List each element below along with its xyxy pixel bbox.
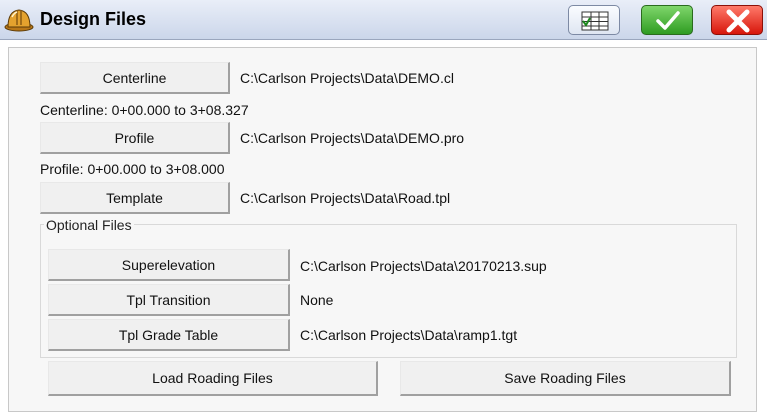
hardhat-icon (4, 9, 34, 32)
profile-path: C:\Carlson Projects\Data\DEMO.pro (240, 130, 465, 146)
centerline-path: C:\Carlson Projects\Data\DEMO.cl (240, 70, 454, 86)
ok-button[interactable] (641, 5, 693, 35)
title-bar: Design Files (0, 0, 767, 40)
save-roading-files-button[interactable]: Save Roading Files (400, 361, 731, 396)
close-x-icon (726, 9, 750, 33)
tpl-transition-button[interactable]: Tpl Transition (48, 284, 290, 316)
centerline-button[interactable]: Centerline (40, 62, 230, 94)
close-button[interactable] (711, 5, 763, 35)
tpl-grade-table-button[interactable]: Tpl Grade Table (48, 319, 290, 351)
superelevation-path: C:\Carlson Projects\Data\20170213.sup (300, 258, 547, 274)
superelevation-button[interactable]: Superelevation (48, 249, 290, 281)
window-title: Design Files (40, 9, 147, 29)
profile-button[interactable]: Profile (40, 122, 230, 154)
profile-range: Profile: 0+00.000 to 3+08.000 (40, 161, 225, 177)
optional-files-label: Optional Files (44, 217, 134, 233)
template-button[interactable]: Template (40, 182, 230, 214)
load-roading-files-button[interactable]: Load Roading Files (48, 361, 378, 396)
template-path: C:\Carlson Projects\Data\Road.tpl (240, 190, 451, 206)
tpl-transition-path: None (300, 292, 334, 308)
list-icon (581, 11, 609, 31)
centerline-range: Centerline: 0+00.000 to 3+08.327 (40, 102, 249, 118)
checkmark-icon (656, 11, 680, 30)
tpl-grade-table-path: C:\Carlson Projects\Data\ramp1.tgt (300, 327, 518, 343)
list-button[interactable] (568, 5, 620, 35)
